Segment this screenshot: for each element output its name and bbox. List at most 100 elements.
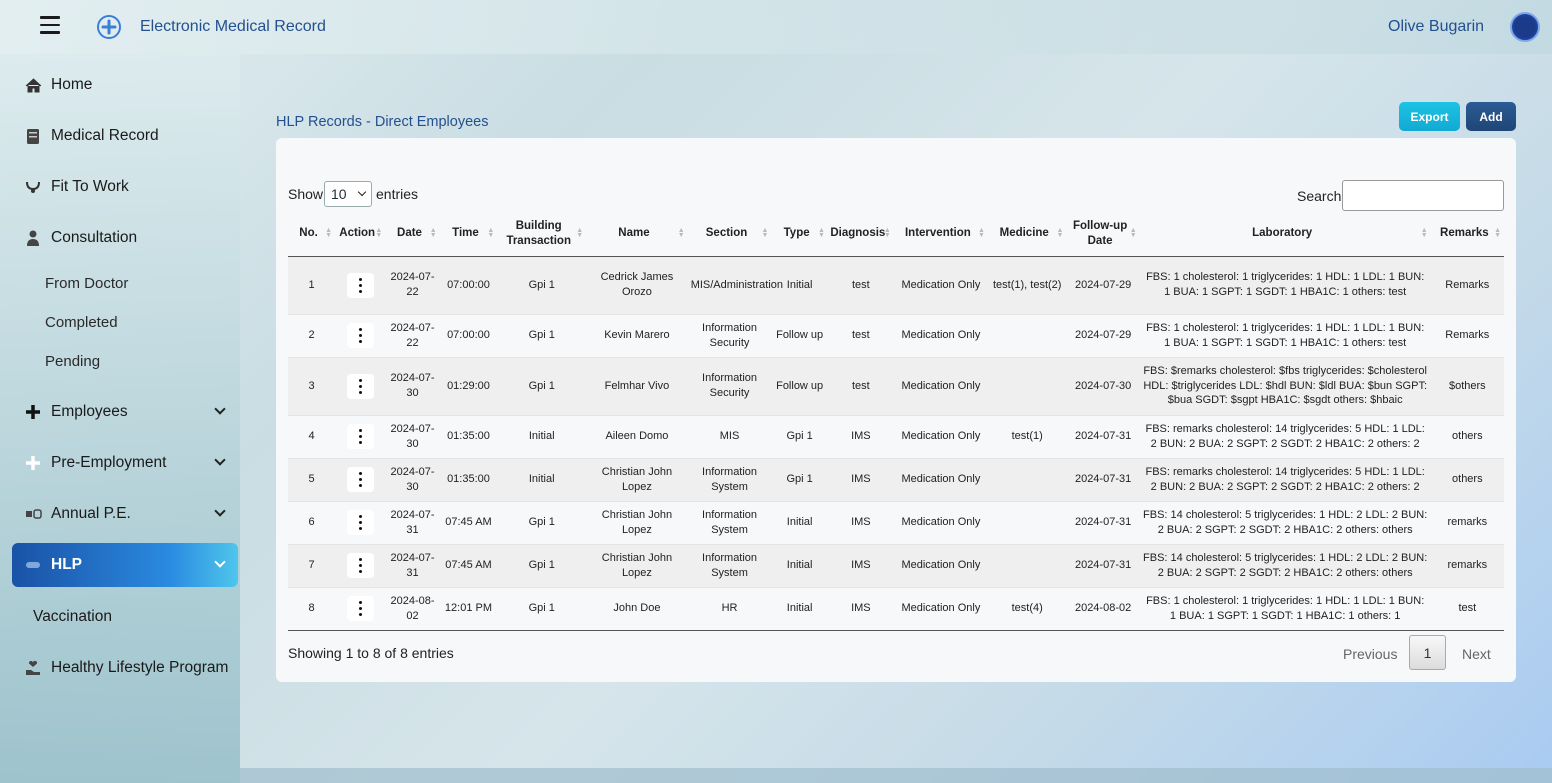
sidebar-item-fit-to-work[interactable]: Fit To Work — [12, 165, 238, 209]
cell-date: 2024-07-22 — [385, 314, 440, 358]
sidebar-item-employees[interactable]: Employees — [12, 390, 238, 434]
plus-icon — [24, 454, 42, 472]
menu-toggle-icon[interactable] — [40, 16, 60, 34]
cell-date: 2024-07-30 — [385, 415, 440, 459]
column-header-label: Building Transaction — [506, 219, 571, 247]
column-header-label: Follow-up Date — [1072, 219, 1128, 247]
more-options-icon[interactable] — [346, 467, 374, 492]
column-header[interactable]: Laboratory ▲ ▼ — [1139, 212, 1431, 257]
more-options-icon[interactable] — [346, 373, 374, 399]
more-options-icon[interactable] — [346, 424, 374, 449]
sidebar-item-annual-pe[interactable]: Annual P.E. — [12, 492, 238, 536]
table-row: 8 2024-08-02 12:01 PM Gpi 1 John Doe HR Initia… — [288, 587, 1504, 631]
home-icon — [24, 76, 42, 94]
sidebar-item-healthy-lifestyle[interactable]: Healthy Lifestyle Program — [12, 646, 238, 690]
sidebar-subitem-from-doctor[interactable]: From Doctor — [45, 275, 128, 292]
more-options-icon[interactable] — [346, 510, 374, 535]
table-row: 3 2024-07-30 01:29:00 Gpi 1 Felmhar Vivo Info… — [288, 357, 1504, 416]
cell-medicine — [987, 501, 1067, 545]
cell-name: Christian John Lopez — [586, 501, 688, 545]
cell-medicine: test(1) — [987, 415, 1067, 459]
column-header[interactable]: No. ▲ ▼ — [288, 212, 336, 257]
cell-diagnosis: IMS — [827, 544, 894, 588]
sidebar-item-home[interactable]: Home — [12, 63, 238, 107]
search-input[interactable] — [1342, 180, 1504, 211]
column-header[interactable]: Date ▲ ▼ — [385, 212, 440, 257]
sidebar-item-label: Consultation — [51, 229, 138, 246]
cell-laboratory: FBS: remarks cholesterol: 14 triglycerid… — [1139, 415, 1431, 459]
cell-followup: 2024-07-29 — [1066, 256, 1140, 315]
user-name[interactable]: Olive Bugarin — [1388, 18, 1484, 36]
cell-building: Initial — [497, 415, 587, 459]
page-1-button[interactable]: 1 — [1409, 635, 1446, 670]
chevron-down-icon — [214, 403, 226, 415]
next-page-button[interactable]: Next — [1462, 646, 1491, 662]
add-button[interactable]: Add — [1466, 102, 1516, 131]
sidebar-subitem-pending[interactable]: Pending — [45, 353, 100, 370]
sidebar-item-medical-record[interactable]: Medical Record — [12, 114, 238, 158]
sidebar-subitem-completed[interactable]: Completed — [45, 314, 118, 331]
cell-laboratory: FBS: remarks cholesterol: 14 triglycerid… — [1139, 458, 1431, 502]
column-header[interactable]: Action ▲ ▼ — [335, 212, 386, 257]
show-label: Show — [288, 186, 324, 202]
export-button[interactable]: Export — [1399, 102, 1460, 131]
sidebar-item-label: Annual P.E. — [51, 505, 131, 522]
table-row: 1 2024-07-22 07:00:00 Gpi 1 Cedrick James Or… — [288, 256, 1504, 315]
column-header[interactable]: Intervention ▲ ▼ — [893, 212, 988, 257]
sidebar-item-pre-employment[interactable]: Pre-Employment — [12, 441, 238, 485]
cell-date: 2024-07-30 — [385, 458, 440, 502]
more-options-icon[interactable] — [346, 323, 374, 348]
stethoscope-icon — [24, 178, 42, 196]
pill-icon — [24, 556, 42, 574]
sidebar-item-hlp[interactable]: HLP — [12, 543, 238, 587]
column-header[interactable]: Time ▲ ▼ — [439, 212, 498, 257]
cell-name: Aileen Domo — [586, 415, 688, 459]
medical-cross-logo-icon — [97, 15, 121, 39]
heart-hand-icon — [24, 659, 42, 677]
cell-date: 2024-07-31 — [385, 501, 440, 545]
column-header[interactable]: Building Transaction ▲ ▼ — [497, 212, 587, 257]
table-info: Showing 1 to 8 of 8 entries — [288, 645, 454, 661]
column-header[interactable]: Follow-up Date ▲ ▼ — [1066, 212, 1140, 257]
app-title: Electronic Medical Record — [140, 18, 326, 35]
cell-section: Information System — [687, 458, 772, 502]
cell-no: 6 — [288, 501, 336, 545]
more-options-icon[interactable] — [346, 596, 374, 621]
entries-per-page-value: 10 — [331, 186, 347, 202]
cell-action — [335, 587, 386, 631]
previous-page-button[interactable]: Previous — [1343, 646, 1397, 662]
column-header[interactable]: Type ▲ ▼ — [771, 212, 828, 257]
cell-section: Information Security — [687, 357, 772, 416]
column-header[interactable]: Section ▲ ▼ — [687, 212, 772, 257]
cell-no: 3 — [288, 357, 336, 416]
column-header-label: Diagnosis — [830, 227, 886, 240]
sidebar-item-consultation[interactable]: Consultation — [12, 216, 238, 260]
cell-action — [335, 256, 386, 315]
sort-icon: ▲ ▼ — [817, 227, 825, 239]
cell-no: 2 — [288, 314, 336, 358]
sidebar-item-label: Fit To Work — [51, 178, 129, 195]
entries-per-page-select[interactable]: 10 — [324, 181, 372, 207]
sidebar-item-vaccination[interactable]: Vaccination — [33, 608, 112, 626]
more-options-icon[interactable] — [346, 272, 374, 298]
column-header[interactable]: Remarks ▲ ▼ — [1430, 212, 1504, 257]
column-header[interactable]: Name ▲ ▼ — [586, 212, 688, 257]
cell-section: Information System — [687, 501, 772, 545]
column-header-label: Name — [618, 227, 650, 240]
cell-remarks: Remarks — [1430, 256, 1504, 315]
sort-icon: ▲ ▼ — [1129, 227, 1137, 239]
column-header[interactable]: Medicine ▲ ▼ — [987, 212, 1067, 257]
cell-medicine — [987, 458, 1067, 502]
cell-building: Gpi 1 — [497, 357, 587, 416]
avatar[interactable] — [1510, 12, 1540, 42]
cell-medicine — [987, 314, 1067, 358]
chevron-down-icon — [357, 187, 367, 197]
column-header-label: Time — [452, 227, 479, 240]
cell-action — [335, 501, 386, 545]
page-title: HLP Records - Direct Employees — [276, 114, 489, 130]
more-options-icon[interactable] — [346, 553, 374, 578]
column-header[interactable]: Diagnosis ▲ ▼ — [827, 212, 894, 257]
sort-icon: ▲ ▼ — [325, 227, 333, 239]
cell-laboratory: FBS: 14 cholesterol: 5 triglycerides: 1 … — [1139, 501, 1431, 545]
sort-icon: ▲ ▼ — [677, 227, 685, 239]
